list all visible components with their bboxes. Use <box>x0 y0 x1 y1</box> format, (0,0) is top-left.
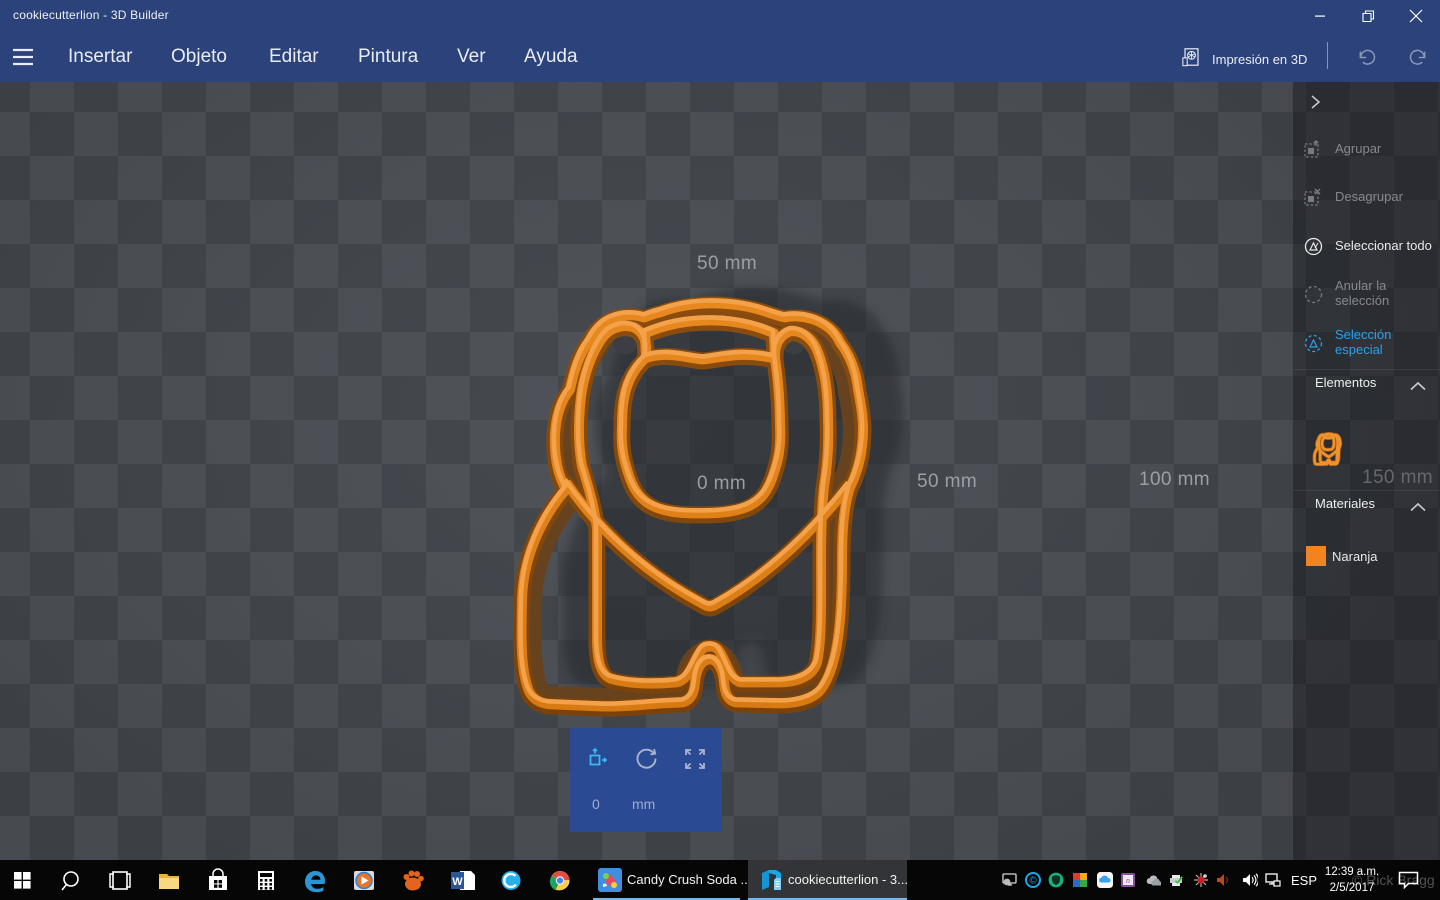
svg-text:n: n <box>1126 876 1130 885</box>
svg-text:©: © <box>1029 876 1037 887</box>
svg-text:W: W <box>452 876 463 888</box>
